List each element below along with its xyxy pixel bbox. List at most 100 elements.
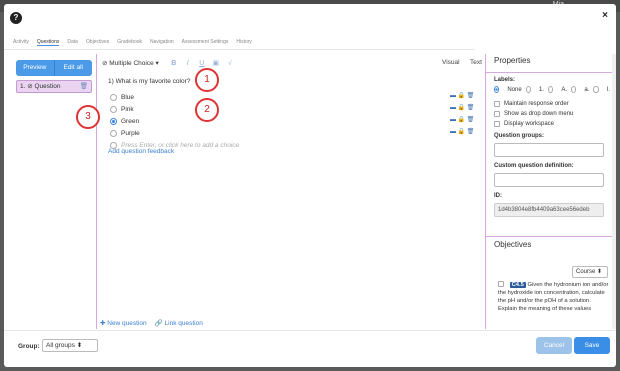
choice-item[interactable]: Blue [110, 91, 239, 103]
question-circle-icon[interactable]: ? [10, 12, 22, 24]
objectives-title: Objectives [494, 240, 532, 249]
maintain-order-row[interactable]: Maintain response order [494, 101, 610, 107]
choice-label[interactable]: Purple [121, 130, 140, 137]
label-radio[interactable] [548, 86, 554, 93]
choice-radio[interactable] [110, 105, 117, 113]
italic-icon[interactable]: I [181, 60, 195, 67]
callout-2: 2 [195, 98, 219, 122]
footer-divider [4, 330, 616, 331]
choice-label[interactable]: Pink [121, 106, 134, 113]
label-radio[interactable] [525, 86, 531, 93]
choice-row-actions[interactable]: ▬ 🔒 🗑 [450, 104, 474, 111]
group-dropdown[interactable]: All groups ⬍ [42, 339, 98, 352]
tab-navigation[interactable]: Navigation [150, 39, 174, 46]
tabs-divider [4, 49, 474, 50]
tab-objectives[interactable]: Objectives [86, 39, 109, 46]
choice-item[interactable]: Pink [110, 103, 239, 115]
group-label: Group: [18, 343, 40, 350]
row-action-icons[interactable]: ▬ 🔒 🗑 [450, 92, 474, 99]
editor-toolbar: ⊘ Multiple Choice ▾ B I U ▣ √ [102, 56, 482, 70]
labels-heading: Labels: [494, 77, 516, 83]
label-option[interactable]: a. [584, 87, 589, 93]
label-radio[interactable] [593, 86, 599, 93]
question-list-item[interactable]: 1. ⊘ Question 🗑 [16, 80, 92, 93]
maintain-order-checkbox[interactable] [494, 101, 500, 107]
new-question-link[interactable]: ✚ New question [100, 319, 147, 327]
question-editor-modal: ? × Activity Questions Data Objectives G… [4, 4, 616, 367]
text-mode-tab[interactable]: Text [470, 59, 482, 66]
left-divider [96, 54, 97, 329]
tab-questions[interactable]: Questions [36, 39, 60, 46]
question-item-label: 1. ⊘ Question [20, 83, 61, 90]
tab-bar: Activity Questions Data Objectives Grade… [13, 39, 252, 46]
properties-title: Properties [494, 56, 531, 65]
tab-activity[interactable]: Activity [13, 39, 29, 46]
row-action-icons[interactable]: ▬ 🔒 🗑 [450, 116, 474, 123]
question-text[interactable]: 1) What is my favorite color? [108, 78, 190, 85]
edit-all-button[interactable]: Edit all [53, 60, 92, 76]
custom-definition-input[interactable] [494, 173, 604, 187]
bold-icon[interactable]: B [167, 60, 181, 67]
cancel-button[interactable]: Cancel [536, 337, 572, 354]
tab-history[interactable]: History [236, 39, 252, 46]
course-dropdown[interactable]: Course ⬍ [572, 266, 608, 278]
row-action-icons[interactable]: ▬ 🔒 🗑 [450, 104, 474, 111]
custom-definition-label: Custom question definition: [494, 163, 574, 169]
tab-data[interactable]: Data [67, 39, 78, 46]
callout-1: 1 [195, 68, 219, 92]
display-workspace-checkbox[interactable] [494, 121, 500, 127]
id-field: 1d4b3804e8fb4409a63cee56edeb [494, 203, 604, 217]
question-list-panel: Preview Edit all 1. ⊘ Question 🗑 [16, 60, 92, 93]
preview-button-group: Preview Edit all [16, 60, 92, 76]
question-type-dropdown[interactable]: ⊘ Multiple Choice ▾ [102, 59, 159, 67]
label-option[interactable]: A. [561, 87, 567, 93]
question-actions: ✚ New question 🔗 Link question [100, 319, 203, 327]
math-icon[interactable]: √ [223, 60, 237, 67]
choice-label[interactable]: Blue [121, 94, 134, 101]
question-groups-input[interactable] [494, 143, 604, 157]
choice-radio[interactable] [110, 93, 117, 101]
underline-icon[interactable]: U [195, 60, 209, 67]
label-option[interactable]: I. [607, 87, 610, 93]
save-button[interactable]: Save [574, 337, 610, 354]
question-editor: ⊘ Multiple Choice ▾ B I U ▣ √ Visual Tex… [102, 56, 482, 326]
choice-radio-selected[interactable] [110, 117, 117, 125]
maintain-order-label[interactable]: Maintain response order [504, 101, 569, 107]
choice-item[interactable]: Purple [110, 127, 239, 139]
link-question-link[interactable]: 🔗 Link question [155, 319, 203, 327]
dropdown-menu-checkbox[interactable] [494, 111, 500, 117]
id-label: ID: [494, 193, 502, 199]
objective-badge: C4.5 [509, 282, 526, 288]
tab-assessment-settings[interactable]: Assessment Settings [182, 39, 229, 46]
choice-list: Blue Pink Green Purple Press Enter, or c… [110, 91, 239, 151]
choice-row-actions[interactable]: ▬ 🔒 🗑 [450, 128, 474, 135]
right-divider [485, 54, 486, 329]
row-action-icons[interactable]: ▬ 🔒 🗑 [450, 128, 474, 135]
choice-row-actions[interactable]: ▬ 🔒 🗑 [450, 92, 474, 99]
choice-radio[interactable] [110, 129, 117, 137]
choice-item[interactable]: Green [110, 115, 239, 127]
choice-row-actions[interactable]: ▬ 🔒 🗑 [450, 116, 474, 123]
label-radio[interactable] [571, 86, 577, 93]
close-icon[interactable]: × [602, 10, 608, 21]
properties-divider [486, 72, 612, 73]
properties-scrollbar[interactable] [612, 54, 616, 329]
objectives-divider [486, 236, 612, 237]
label-option[interactable]: None [507, 87, 521, 93]
choice-label[interactable]: Green [121, 118, 139, 125]
preview-button[interactable]: Preview [16, 60, 54, 76]
dropdown-menu-label[interactable]: Show as drop down menu [504, 111, 573, 117]
image-icon[interactable]: ▣ [209, 59, 223, 67]
add-feedback-link[interactable]: Add question feedback [108, 148, 174, 155]
label-radio-selected[interactable] [494, 86, 500, 93]
visual-mode-tab[interactable]: Visual [442, 59, 460, 66]
callout-3: 3 [76, 105, 100, 129]
display-workspace-row[interactable]: Display workspace [494, 121, 610, 127]
labels-options: None 1. A. a. I. [494, 86, 610, 93]
dropdown-menu-row[interactable]: Show as drop down menu [494, 111, 610, 117]
display-workspace-label[interactable]: Display workspace [504, 121, 554, 127]
trash-icon[interactable]: 🗑 [80, 81, 88, 92]
tab-gradebook[interactable]: Gradebook [117, 39, 142, 46]
label-option[interactable]: 1. [539, 87, 544, 93]
objective-checkbox[interactable] [498, 281, 504, 288]
